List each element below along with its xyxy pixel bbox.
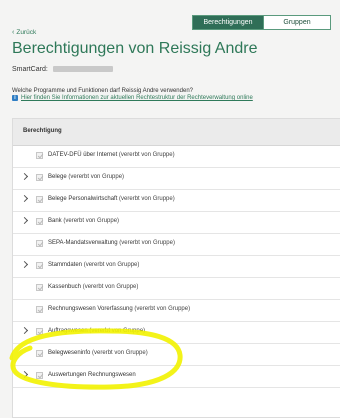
- view-tabs: Berechtigungen Gruppen: [192, 15, 331, 30]
- expand-chevron-icon[interactable]: [20, 194, 29, 203]
- inherited-note: (vererbt von Gruppe): [81, 284, 139, 290]
- permission-name: Stammdaten: [48, 262, 83, 268]
- table-row[interactable]: Auftragswesen (vererbt von Gruppe): [13, 322, 340, 344]
- table-row[interactable]: Auswertungen Rechnungswesen: [13, 366, 340, 388]
- table-row[interactable]: Kassenbuch (vererbt von Gruppe): [13, 278, 340, 300]
- chevron-left-icon: ‹: [12, 29, 15, 36]
- permission-checkbox[interactable]: [36, 372, 43, 379]
- permission-checkbox[interactable]: [36, 284, 43, 291]
- permission-name: DATEV-DFÜ über Internet: [48, 152, 118, 158]
- permission-checkbox[interactable]: [36, 306, 43, 313]
- back-link[interactable]: ‹ Zurück: [12, 29, 36, 36]
- smartcard-line: SmartCard:: [12, 66, 113, 73]
- permission-label: Auftragswesen (vererbt von Gruppe): [48, 328, 145, 334]
- permission-name: Belegweseninfo: [48, 350, 91, 356]
- question-text: Welche Programme und Funktionen darf Rei…: [12, 88, 193, 94]
- info-icon: i: [12, 95, 18, 101]
- inherited-note: (vererbt von Gruppe): [117, 196, 175, 202]
- inherited-note: (vererbt von Gruppe): [61, 218, 120, 224]
- permission-name: Bank: [48, 218, 62, 224]
- inherited-note: (vererbt von Gruppe): [87, 328, 146, 334]
- tab-gruppen[interactable]: Gruppen: [264, 15, 331, 30]
- permission-label: Belege Personalwirtschaft (vererbt von G…: [48, 196, 175, 202]
- permission-label: Bank (vererbt von Gruppe): [48, 218, 119, 224]
- table-row[interactable]: Bank (vererbt von Gruppe): [13, 212, 340, 234]
- permission-name: Kassenbuch: [48, 284, 82, 290]
- inherited-note: (vererbt von Gruppe): [90, 350, 148, 356]
- info-link[interactable]: Hier finden Sie Informationen zur aktuel…: [21, 95, 253, 101]
- permission-name: Rechnungswesen Vorerfassung: [48, 306, 133, 312]
- permission-checkbox[interactable]: [36, 152, 43, 159]
- permission-name: SEPA-Mandatsverwaltung: [48, 240, 118, 246]
- permission-name: Belege Personalwirtschaft: [48, 196, 118, 202]
- table-row[interactable]: Belegweseninfo (vererbt von Gruppe): [13, 344, 340, 366]
- permission-name: Auswertungen Rechnungswesen: [48, 372, 136, 378]
- inherited-note: (vererbt von Gruppe): [132, 306, 191, 312]
- redacted-smartcard-value: [52, 66, 113, 73]
- permission-name: Auftragswesen: [48, 328, 88, 334]
- inherited-note: (vererbt von Gruppe): [82, 262, 140, 268]
- permission-name: Belege: [48, 174, 67, 180]
- table-row[interactable]: DATEV-DFÜ über Internet (vererbt von Gru…: [13, 146, 340, 168]
- permission-label: Stammdaten (vererbt von Gruppe): [48, 262, 139, 268]
- permission-checkbox[interactable]: [36, 350, 43, 357]
- table-row[interactable]: Rechnungswesen Vorerfassung (vererbt von…: [13, 300, 340, 322]
- permission-checkbox[interactable]: [36, 328, 43, 335]
- table-header: Berechtigung: [13, 119, 340, 146]
- expand-chevron-icon[interactable]: [20, 260, 29, 269]
- expand-chevron-icon[interactable]: [20, 326, 29, 335]
- expand-chevron-icon[interactable]: [20, 370, 29, 379]
- permission-checkbox[interactable]: [36, 174, 43, 181]
- expand-chevron-icon[interactable]: [20, 216, 29, 225]
- inherited-note: (vererbt von Gruppe): [117, 240, 175, 246]
- expand-chevron-icon[interactable]: [20, 172, 29, 181]
- inherited-note: (vererbt von Gruppe): [66, 174, 125, 180]
- back-label: Zurück: [16, 29, 37, 36]
- info-line: i Hier finden Sie Informationen zur aktu…: [12, 95, 253, 101]
- permission-label: SEPA-Mandatsverwaltung (vererbt von Grup…: [48, 240, 175, 246]
- permission-label: Rechnungswesen Vorerfassung (vererbt von…: [48, 306, 190, 312]
- permission-label: Auswertungen Rechnungswesen: [48, 372, 136, 378]
- permission-label: DATEV-DFÜ über Internet (vererbt von Gru…: [48, 152, 175, 158]
- permission-checkbox[interactable]: [36, 218, 43, 225]
- page-title: Berechtigungen von Reissig Andre: [12, 40, 258, 57]
- inherited-note: (vererbt von Gruppe): [117, 152, 175, 158]
- permission-checkbox[interactable]: [36, 240, 43, 247]
- smartcard-label: SmartCard:: [12, 66, 50, 73]
- permissions-table: Berechtigung DATEV-DFÜ über Internet (ve…: [12, 118, 340, 418]
- permission-checkbox[interactable]: [36, 262, 43, 269]
- tab-berechtigungen[interactable]: Berechtigungen: [192, 15, 264, 30]
- table-row[interactable]: Stammdaten (vererbt von Gruppe): [13, 256, 340, 278]
- permission-label: Belege (vererbt von Gruppe): [48, 174, 124, 180]
- table-row[interactable]: Belege (vererbt von Gruppe): [13, 168, 340, 190]
- table-row[interactable]: Belege Personalwirtschaft (vererbt von G…: [13, 190, 340, 212]
- permission-label: Belegweseninfo (vererbt von Gruppe): [48, 350, 148, 356]
- permission-label: Kassenbuch (vererbt von Gruppe): [48, 284, 138, 290]
- table-row[interactable]: SEPA-Mandatsverwaltung (vererbt von Grup…: [13, 234, 340, 256]
- permission-checkbox[interactable]: [36, 196, 43, 203]
